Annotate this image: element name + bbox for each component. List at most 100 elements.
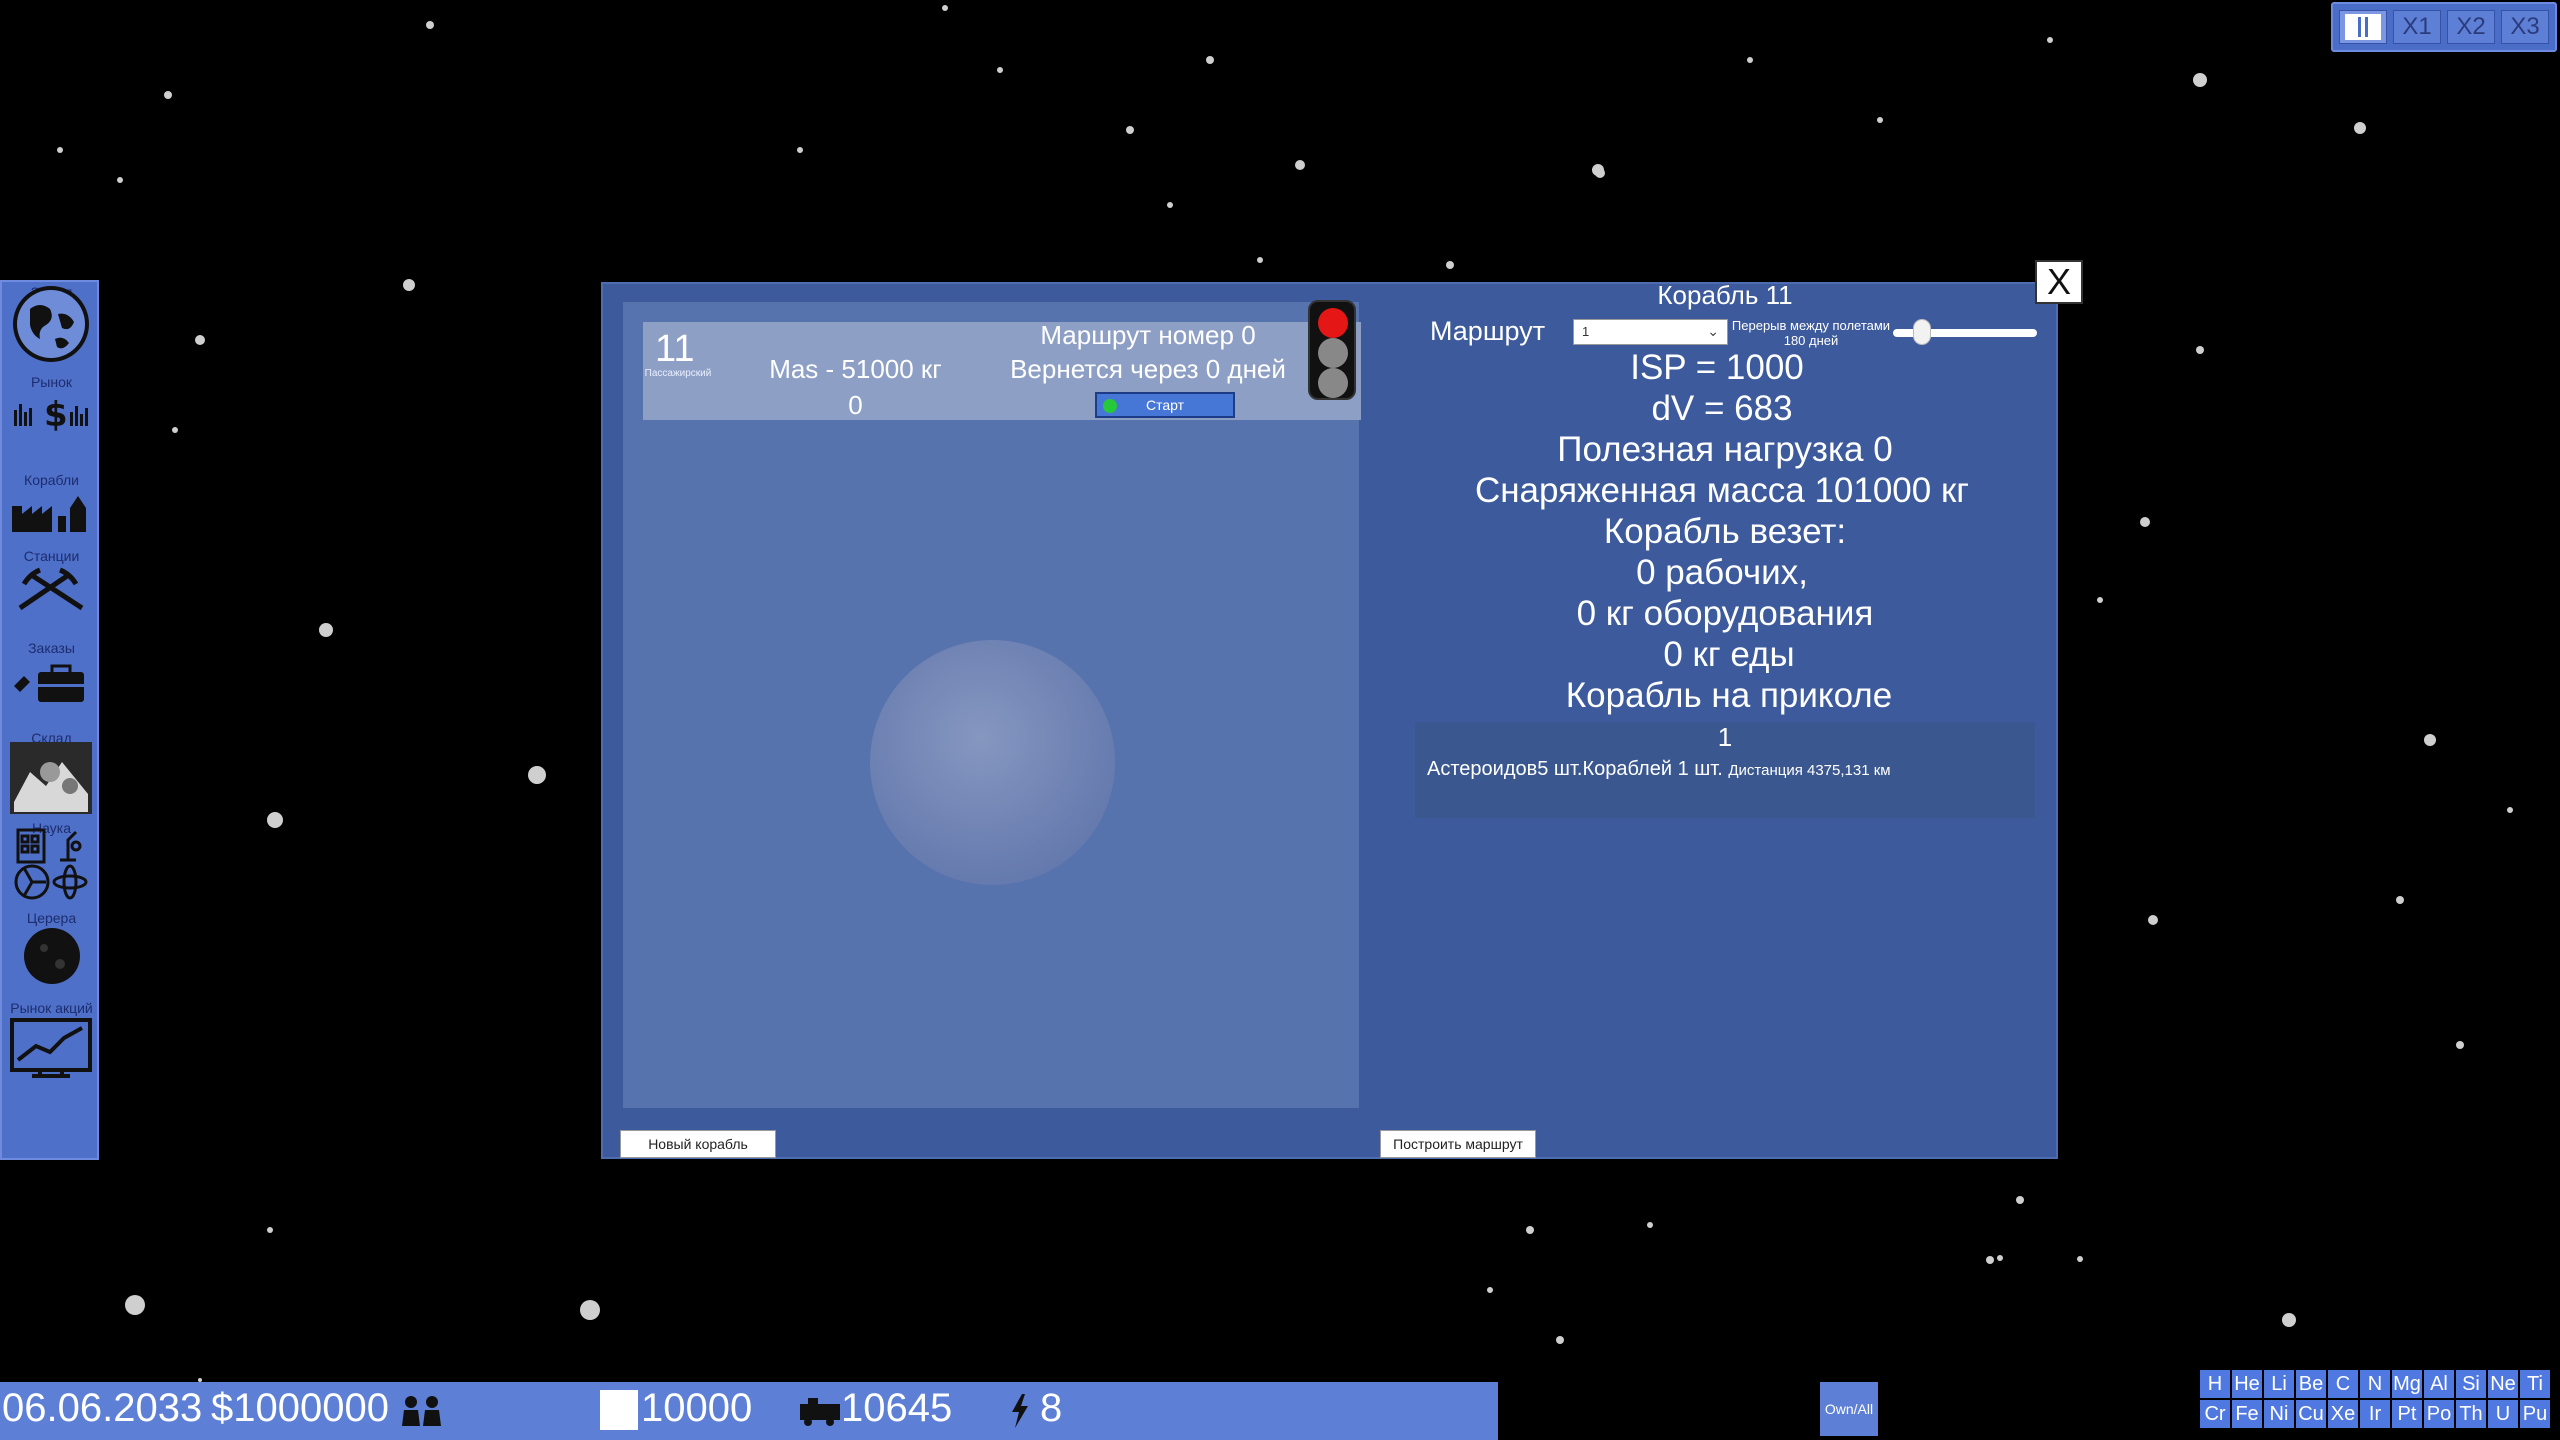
own-all-button[interactable]: Own/All <box>1820 1382 1878 1436</box>
sidebar-item-orders[interactable]: Заказы <box>2 640 101 720</box>
ship-card[interactable]: 11 Пассажирский Mas - 51000 кг 0 Маршрут… <box>643 320 1361 420</box>
sidebar-item-label: Корабли <box>24 472 79 488</box>
element-c[interactable]: C <box>2328 1370 2358 1398</box>
element-mg[interactable]: Mg <box>2392 1370 2422 1398</box>
ship-route-number: Маршрут номер 0 <box>1040 320 1256 350</box>
new-ship-button[interactable]: Новый корабль <box>620 1130 776 1158</box>
route-select[interactable]: 1 ⌄ <box>1573 319 1728 345</box>
sidebar-item-stock-market[interactable]: Рынок акций <box>2 1000 101 1090</box>
element-fe[interactable]: Fe <box>2232 1400 2262 1428</box>
pause-between-flights-label: Перерыв между полетами 180 дней <box>1730 318 1892 348</box>
isp-value: ISP = 1000 <box>1630 348 1804 387</box>
resource-two-amount: 10645 <box>841 1386 953 1430</box>
element-pt[interactable]: Pt <box>2392 1400 2422 1428</box>
speed-x2-button[interactable]: X2 <box>2447 10 2495 44</box>
market-icon: $ <box>14 395 88 432</box>
pause-icon <box>2345 14 2381 40</box>
dry-mass-value: Снаряженная масса 101000 кг <box>1474 471 1970 510</box>
sidebar-item-science[interactable]: Наука <box>2 820 101 900</box>
element-u[interactable]: U <box>2488 1400 2518 1428</box>
pause-button[interactable] <box>2339 10 2387 44</box>
element-al[interactable]: Al <box>2424 1370 2454 1398</box>
lightning-icon <box>1012 1394 1028 1428</box>
ship-count: 0 <box>848 390 863 420</box>
sidebar: Земля Рынок $ Корабли Станции Заказы <box>0 280 99 1160</box>
block-resource-icon <box>600 1390 638 1430</box>
money-balance: $1000000 <box>211 1386 389 1430</box>
build-route-button[interactable]: Построить маршрут <box>1380 1130 1536 1158</box>
element-ne[interactable]: Ne <box>2488 1370 2518 1398</box>
red-light <box>1318 308 1348 338</box>
sidebar-item-market[interactable]: Рынок $ <box>2 374 101 444</box>
route-label: Маршрут <box>1430 316 1546 346</box>
equipment-icon <box>800 1398 840 1426</box>
speed-x3-button[interactable]: X3 <box>2501 10 2549 44</box>
pause-slider-handle[interactable] <box>1913 319 1932 345</box>
element-pu[interactable]: Pu <box>2520 1400 2550 1428</box>
people-icon <box>402 1396 441 1426</box>
game-date: 06.06.2033 <box>2 1386 203 1430</box>
pause-label-text: Перерыв между полетами <box>1731 318 1891 333</box>
start-button[interactable]: Старт <box>1095 392 1235 418</box>
element-cr[interactable]: Cr <box>2200 1400 2230 1428</box>
element-filter-grid: H He Li Be C N Mg Al Si Ne Ti Cr Fe Ni C… <box>2200 1370 2550 1430</box>
briefcase-icon <box>14 664 84 702</box>
sidebar-item-ships[interactable]: Корабли <box>2 472 101 542</box>
food-value: 0 кг еды <box>1663 635 1795 674</box>
ship-return-time: Вернется через 0 дней <box>1010 354 1286 384</box>
dv-value: dV = 683 <box>1651 389 1793 428</box>
sidebar-item-label: Рынок <box>30 374 73 390</box>
globe-icon <box>13 286 89 362</box>
close-button[interactable]: X <box>2035 260 2083 304</box>
carries-label: Корабль везет: <box>1603 512 1847 551</box>
sidebar-item-warehouse[interactable]: Склад <box>2 730 101 822</box>
stock-chart-icon <box>10 1018 92 1078</box>
element-h[interactable]: H <box>2200 1370 2230 1398</box>
mining-icon <box>18 567 84 611</box>
ship-type: Пассажирский <box>644 368 712 379</box>
destination-asteroids: Астероидов5 шт. <box>1427 758 1583 780</box>
sidebar-item-label: Церера <box>26 910 77 926</box>
warehouse-icon <box>10 742 92 814</box>
element-ti[interactable]: Ti <box>2520 1370 2550 1398</box>
moon-image <box>870 640 1115 885</box>
start-button-label: Старт <box>1145 397 1185 413</box>
destination-distance: Дистанция 4375,131 км <box>1728 762 1891 779</box>
sidebar-item-ceres[interactable]: Церера <box>2 910 101 990</box>
destination-box[interactable]: 1 Астероидов5 шт.Кораблей 1 шт. Дистанци… <box>1415 722 2035 818</box>
sidebar-item-label: Рынок акций <box>10 1000 93 1016</box>
destination-info: Астероидов5 шт.Кораблей 1 шт. Дистанция … <box>1427 758 1891 781</box>
element-li[interactable]: Li <box>2264 1370 2294 1398</box>
element-po[interactable]: Po <box>2424 1400 2454 1428</box>
energy-amount: 8 <box>1040 1386 1063 1430</box>
sidebar-item-label: Станции <box>23 548 80 564</box>
sidebar-item-stations[interactable]: Станции <box>2 548 101 628</box>
element-th[interactable]: Th <box>2456 1400 2486 1428</box>
element-be[interactable]: Be <box>2296 1370 2326 1398</box>
ship-status: Корабль на приколе <box>1565 676 1893 715</box>
ceres-icon <box>24 928 80 984</box>
resource-one-amount: 10000 <box>641 1386 753 1430</box>
svg-text:$: $ <box>44 395 68 432</box>
status-led-icon <box>1103 399 1117 413</box>
workers-value: 0 рабочих, <box>1636 553 1808 592</box>
destination-number: 1 <box>1717 722 1733 752</box>
element-xe[interactable]: Xe <box>2328 1400 2358 1428</box>
ship-number: 11 <box>655 328 695 370</box>
element-he[interactable]: He <box>2232 1370 2262 1398</box>
element-si[interactable]: Si <box>2456 1370 2486 1398</box>
science-icon <box>14 828 88 900</box>
ship-mass: Mas - 51000 кг <box>769 354 942 384</box>
speed-x1-button[interactable]: X1 <box>2393 10 2441 44</box>
element-cu[interactable]: Cu <box>2296 1400 2326 1428</box>
element-n[interactable]: N <box>2360 1370 2390 1398</box>
payload-value: Полезная нагрузка 0 <box>1557 430 1893 469</box>
element-ir[interactable]: Ir <box>2360 1400 2390 1428</box>
status-bar: 06.06.2033 $1000000 10000 10645 8 <box>0 1382 1498 1440</box>
element-ni[interactable]: Ni <box>2264 1400 2294 1428</box>
sidebar-item-label: Заказы <box>28 640 75 656</box>
sidebar-item-earth[interactable]: Земля <box>2 284 101 368</box>
equipment-value: 0 кг оборудования <box>1576 594 1874 633</box>
chevron-down-icon: ⌄ <box>1707 323 1719 339</box>
speed-controls: X1 X2 X3 <box>2331 2 2557 52</box>
